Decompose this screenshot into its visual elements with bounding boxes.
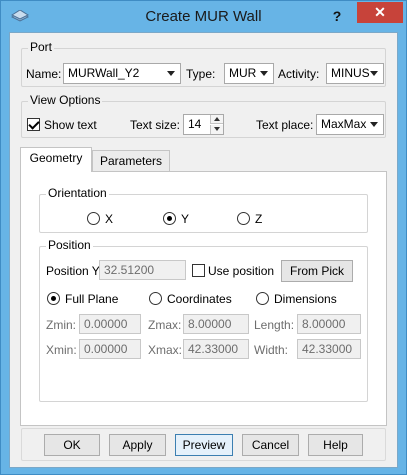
help-icon[interactable]: ? <box>327 7 347 25</box>
type-label: Type: <box>186 67 216 81</box>
from-pick-button[interactable]: From Pick <box>281 260 353 282</box>
text-size-label: Text size: <box>130 118 181 132</box>
coordinates-label[interactable]: Coordinates <box>167 292 232 306</box>
orientation-x-radio[interactable] <box>87 212 100 225</box>
xmax-label: Xmax: <box>148 343 183 357</box>
position-y-field[interactable]: 32.51200 <box>99 260 186 280</box>
show-text-label[interactable]: Show text <box>44 118 97 132</box>
full-plane-label[interactable]: Full Plane <box>65 292 118 306</box>
port-group-title: Port <box>28 40 55 54</box>
help-button[interactable]: Help <box>308 434 363 456</box>
orientation-group-title: Orientation <box>46 186 109 200</box>
apply-button[interactable]: Apply <box>109 434 166 456</box>
name-value: MURWall_Y2 <box>68 66 140 80</box>
text-place-value: MaxMax <box>321 117 367 131</box>
activity-label: Activity: <box>278 67 320 81</box>
view-options-group-title: View Options <box>28 93 103 107</box>
chevron-down-icon <box>370 122 378 127</box>
zmin-field[interactable]: 0.00000 <box>79 314 141 334</box>
activity-value: MINUS <box>331 66 370 80</box>
name-combo[interactable]: MURWall_Y2 <box>63 63 181 84</box>
text-place-label: Text place: <box>256 118 314 132</box>
dialog-window: Create MUR Wall ? ✕ Port Name: MURWall_Y… <box>0 0 407 475</box>
title-bar[interactable]: Create MUR Wall ? ✕ <box>1 1 406 32</box>
xmin-field[interactable]: 0.00000 <box>79 339 141 359</box>
cancel-button[interactable]: Cancel <box>242 434 299 456</box>
chevron-down-icon <box>370 71 378 76</box>
text-place-combo[interactable]: MaxMax <box>316 114 384 135</box>
width-field[interactable]: 42.33000 <box>297 339 361 359</box>
use-position-label[interactable]: Use position <box>208 264 274 278</box>
length-label: Length: <box>254 318 295 332</box>
close-button[interactable]: ✕ <box>357 2 403 23</box>
orientation-x-label[interactable]: X <box>105 212 113 226</box>
text-size-spinbox[interactable]: 14 <box>183 114 224 135</box>
orientation-y-label[interactable]: Y <box>181 212 189 226</box>
chevron-down-icon <box>167 71 175 76</box>
use-position-checkbox[interactable] <box>192 264 205 277</box>
full-plane-radio[interactable] <box>47 292 60 305</box>
dialog-body: Port Name: MURWall_Y2 Type: MUR Activity… <box>9 32 398 468</box>
tab-geometry[interactable]: Geometry <box>20 147 92 172</box>
position-group-title: Position <box>46 238 93 252</box>
spin-down-icon[interactable] <box>210 125 223 134</box>
position-y-label: Position Y <box>46 264 100 278</box>
xmin-label: Xmin: <box>46 343 77 357</box>
name-label: Name: <box>26 67 62 81</box>
type-value: MUR <box>229 66 257 80</box>
show-text-checkbox[interactable] <box>27 118 40 131</box>
orientation-z-radio[interactable] <box>237 212 250 225</box>
ok-button[interactable]: OK <box>44 434 100 456</box>
dimensions-radio[interactable] <box>256 292 269 305</box>
zmax-field[interactable]: 8.00000 <box>183 314 249 334</box>
chevron-down-icon <box>260 71 268 76</box>
spin-up-icon[interactable] <box>210 115 223 124</box>
dimensions-label[interactable]: Dimensions <box>274 292 337 306</box>
tab-parameters[interactable]: Parameters <box>92 150 170 172</box>
zmax-label: Zmax: <box>148 318 182 332</box>
orientation-y-radio[interactable] <box>163 212 176 225</box>
text-size-value: 14 <box>188 117 202 131</box>
preview-button[interactable]: Preview <box>175 434 233 456</box>
orientation-z-label[interactable]: Z <box>255 212 262 226</box>
xmax-field[interactable]: 42.33000 <box>183 339 249 359</box>
width-label: Width: <box>254 343 289 357</box>
length-field[interactable]: 8.00000 <box>297 314 361 334</box>
geometry-tab-pane: Orientation X Y Z Position Position Y 32… <box>20 171 387 426</box>
coordinates-radio[interactable] <box>149 292 162 305</box>
type-combo[interactable]: MUR <box>224 63 274 84</box>
zmin-label: Zmin: <box>46 318 76 332</box>
activity-combo[interactable]: MINUS <box>326 63 384 84</box>
